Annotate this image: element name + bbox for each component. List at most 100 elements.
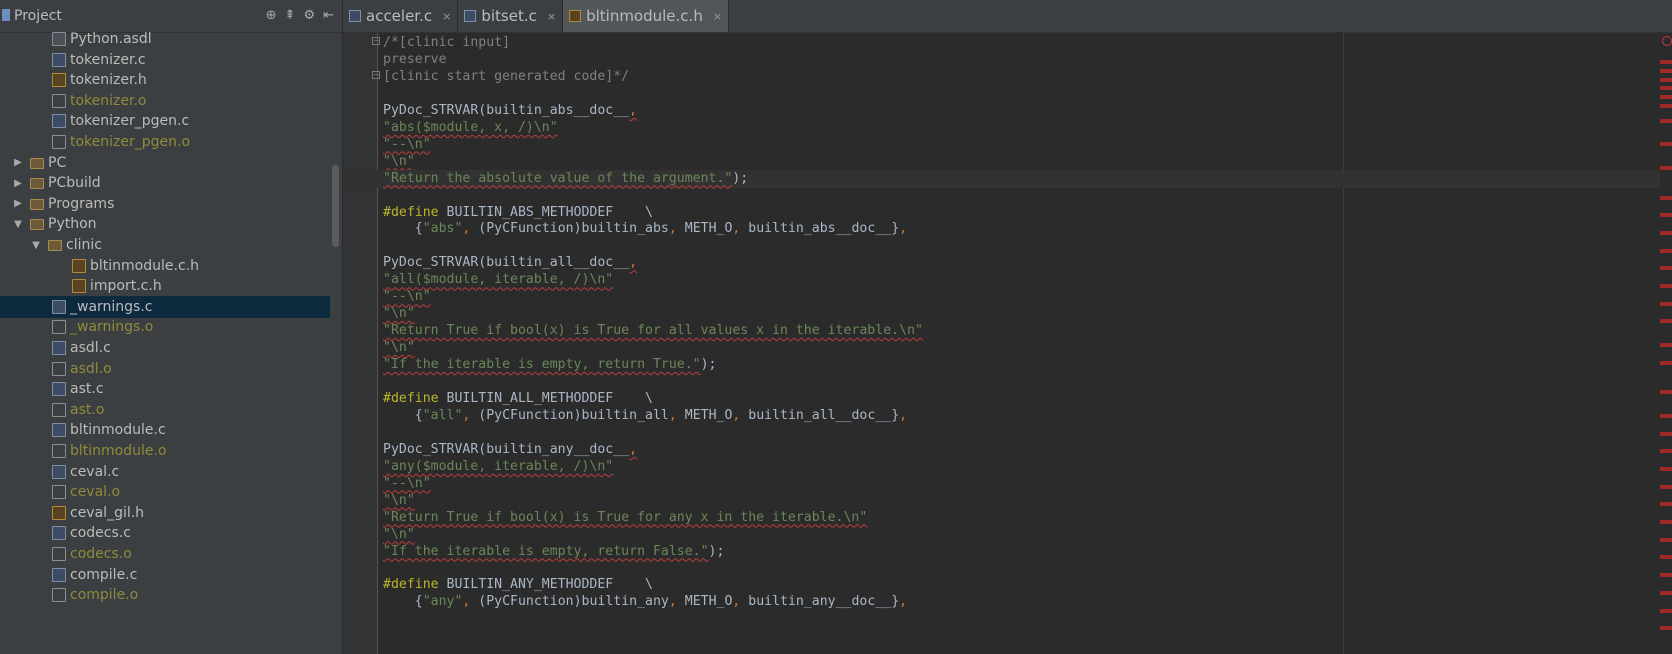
error-mark[interactable] xyxy=(1660,626,1672,631)
tree-file[interactable]: _warnings.c xyxy=(0,295,330,318)
editor-tab[interactable]: acceler.c × xyxy=(343,0,459,32)
tree-file[interactable]: bltinmodule.o xyxy=(0,440,330,462)
error-mark[interactable] xyxy=(1660,142,1672,147)
tree-file[interactable]: codecs.c xyxy=(0,522,330,544)
error-mark[interactable] xyxy=(1660,68,1672,73)
error-mark[interactable] xyxy=(1660,301,1672,306)
error-mark[interactable] xyxy=(1660,590,1672,595)
target-icon[interactable]: ⊕ xyxy=(266,8,277,23)
tree-file[interactable]: tokenizer.c xyxy=(0,49,330,71)
folder-icon xyxy=(30,198,44,210)
error-mark[interactable] xyxy=(1660,502,1672,507)
editor-tabs: acceler.c × bitset.c × bltinmodule.c.h × xyxy=(343,0,1672,33)
close-icon[interactable]: × xyxy=(547,10,556,23)
error-mark[interactable] xyxy=(1660,390,1672,395)
tree-file[interactable]: _warnings.o xyxy=(0,316,330,338)
h-file-icon xyxy=(569,10,582,22)
code-line: {"all", (PyCFunction)builtin_all, METH_O… xyxy=(383,407,908,423)
fold-marker-icon[interactable]: − xyxy=(372,71,380,79)
close-icon[interactable]: × xyxy=(442,10,451,23)
tree-folder[interactable]: ▶ Programs xyxy=(0,193,330,215)
tree-file[interactable]: asdl.o xyxy=(0,358,330,380)
tree-file[interactable]: Python.asdl xyxy=(0,28,330,50)
tree-label: bltinmodule.c xyxy=(70,422,166,439)
expand-arrow-icon[interactable]: ▶ xyxy=(12,198,24,209)
code-line: "If the iterable is empty, return True."… xyxy=(383,357,717,373)
code-editor[interactable]: /*[clinic input] preserve [clinic start ge… xyxy=(343,33,1672,654)
tree-folder[interactable]: ▼ Python xyxy=(0,213,330,235)
hide-icon[interactable]: ⇤ xyxy=(323,8,334,23)
tree-file[interactable]: bltinmodule.c xyxy=(0,419,330,441)
tree-file[interactable]: tokenizer.o xyxy=(0,90,330,112)
tree-label: import.c.h xyxy=(90,278,162,295)
tree-folder[interactable]: ▶ PCbuild xyxy=(0,172,330,194)
tree-label: _warnings.o xyxy=(70,319,154,336)
error-mark[interactable] xyxy=(1660,104,1672,109)
close-icon[interactable]: × xyxy=(713,10,722,23)
error-mark[interactable] xyxy=(1660,484,1672,489)
tree-file[interactable]: ast.o xyxy=(0,399,330,421)
tree-file[interactable]: compile.o xyxy=(0,584,330,606)
tree-file[interactable]: bltinmodule.c.h xyxy=(0,255,330,277)
tree-file[interactable]: tokenizer.h xyxy=(0,69,330,91)
error-mark[interactable] xyxy=(1660,266,1672,271)
error-mark[interactable] xyxy=(1660,59,1672,64)
error-mark[interactable] xyxy=(1660,319,1672,324)
tree-file[interactable]: tokenizer_pgen.c xyxy=(0,110,330,132)
tree-scrollbar[interactable] xyxy=(332,165,339,247)
fold-marker-icon[interactable]: − xyxy=(372,37,380,45)
tree-label: Python.asdl xyxy=(70,31,152,47)
error-mark[interactable] xyxy=(1660,166,1672,170)
tree-file[interactable]: asdl.c xyxy=(0,337,330,359)
error-mark[interactable] xyxy=(1660,213,1672,218)
tree-label: tokenizer_pgen.c xyxy=(70,113,190,130)
tree-file[interactable]: codecs.o xyxy=(0,543,330,565)
error-mark[interactable] xyxy=(1660,343,1672,347)
code-line: preserve xyxy=(383,51,447,67)
tree-label: ceval.c xyxy=(70,463,120,480)
expand-arrow-icon[interactable]: ▶ xyxy=(12,157,24,168)
error-mark[interactable] xyxy=(1660,95,1672,100)
collapse-arrow-icon[interactable]: ▼ xyxy=(12,219,24,230)
tree-file[interactable]: ast.c xyxy=(0,378,330,400)
error-mark[interactable] xyxy=(1660,230,1672,235)
collapse-arrow-icon[interactable]: ▼ xyxy=(30,240,42,251)
tree-file[interactable]: ceval.c xyxy=(0,461,330,483)
error-mark[interactable] xyxy=(1660,449,1672,454)
error-mark[interactable] xyxy=(1660,555,1672,560)
tree-file[interactable]: ceval.o xyxy=(0,481,330,503)
error-mark[interactable] xyxy=(1660,537,1672,542)
gear-icon[interactable]: ⚙ xyxy=(303,8,315,23)
error-mark[interactable] xyxy=(1660,195,1672,200)
error-indicator-icon[interactable] xyxy=(1662,36,1672,46)
tree-file[interactable]: tokenizer_pgen.o xyxy=(0,131,330,153)
error-mark[interactable] xyxy=(1660,413,1672,418)
editor-tab[interactable]: bitset.c × xyxy=(458,0,564,32)
c-file-icon xyxy=(52,567,66,582)
error-mark[interactable] xyxy=(1660,77,1672,82)
tree-label: compile.o xyxy=(70,587,139,604)
code-line: "any($module, iterable, /)\n" xyxy=(383,458,614,474)
expand-arrow-icon[interactable]: ▶ xyxy=(12,178,24,189)
tree-label: asdl.o xyxy=(70,360,112,377)
code-line: {"any", (PyCFunction)builtin_any, METH_O… xyxy=(383,594,908,610)
error-mark[interactable] xyxy=(1660,431,1672,436)
error-mark[interactable] xyxy=(1660,360,1672,365)
editor-tab[interactable]: bltinmodule.c.h × xyxy=(563,0,730,32)
error-mark[interactable] xyxy=(1660,86,1672,91)
tab-label: bltinmodule.c.h xyxy=(586,7,703,25)
error-mark[interactable] xyxy=(1660,520,1672,524)
tree-folder[interactable]: ▶ PC xyxy=(0,152,330,174)
collapse-icon[interactable]: ⇞ xyxy=(285,8,296,23)
error-mark[interactable] xyxy=(1660,118,1672,123)
tree-file[interactable]: ceval_gil.h xyxy=(0,502,330,524)
tree-folder[interactable]: ▼ clinic xyxy=(0,234,330,256)
error-mark[interactable] xyxy=(1660,284,1672,288)
error-mark[interactable] xyxy=(1660,608,1672,613)
error-mark[interactable] xyxy=(1660,248,1672,253)
error-mark[interactable] xyxy=(1660,573,1672,578)
error-mark[interactable] xyxy=(1660,466,1672,471)
tree-file[interactable]: compile.c xyxy=(0,564,330,586)
tree-file[interactable]: import.c.h xyxy=(0,275,330,297)
code-line: "Return True if bool(x) is True for all … xyxy=(383,323,923,339)
